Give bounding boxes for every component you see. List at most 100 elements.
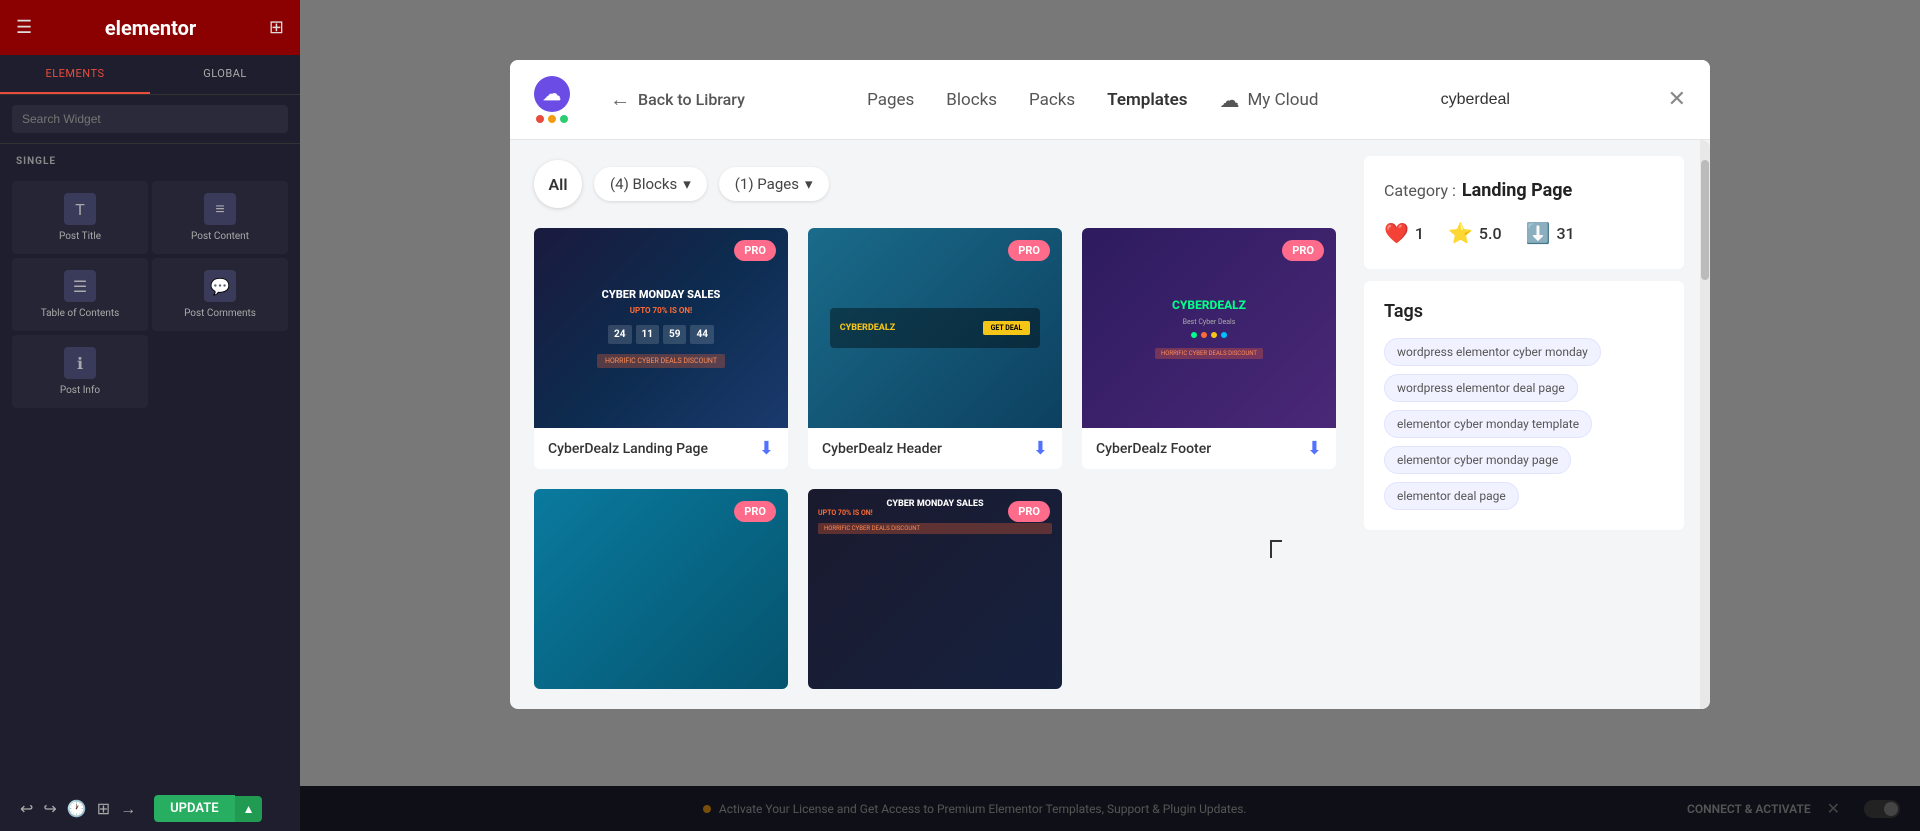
header-logo: CYBERDEALZ xyxy=(840,323,895,333)
downloads-count: 31 xyxy=(1556,224,1574,243)
tag-4[interactable]: elementor deal page xyxy=(1384,482,1519,510)
download-icon-1[interactable]: ⬇ xyxy=(759,438,774,459)
my-cloud-label: My Cloud xyxy=(1247,90,1318,110)
my-cloud-btn[interactable]: ☁ My Cloud xyxy=(1219,88,1318,112)
filter-blocks-label: (4) Blocks xyxy=(610,175,677,193)
footer-logo-text: CYBERDEALZ xyxy=(1172,298,1246,312)
cloud-icon: ☁ xyxy=(1219,88,1239,112)
download-icon-3[interactable]: ⬇ xyxy=(1307,438,1322,459)
tab-elements[interactable]: ELEMENTS xyxy=(0,55,150,94)
sidebar-panel: Category : Landing Page ❤️ 1 ⭐ xyxy=(1360,140,1700,709)
modal-overlay: ☁ ← Back to Library Pages Blocks xyxy=(300,0,1920,831)
search-area xyxy=(0,95,300,144)
toc-icon: ☰ xyxy=(64,270,96,302)
content-area: All (4) Blocks ▾ (1) Pages ▾ xyxy=(510,140,1360,709)
close-icon[interactable]: ✕ xyxy=(1668,87,1686,112)
nav-packs[interactable]: Packs xyxy=(1029,86,1075,114)
filter-blocks-btn[interactable]: (4) Blocks ▾ xyxy=(594,167,707,201)
elementor-logo: elementor xyxy=(105,16,196,40)
post-info-icon: ℹ xyxy=(64,347,96,379)
redo-icon[interactable]: ↪ xyxy=(43,799,56,818)
template-info-3: CyberDealz Footer ⬇ xyxy=(1082,428,1336,469)
template-card-5[interactable]: CYBER MONDAY SALES UPTO 70% IS ON! HORRI… xyxy=(808,489,1062,689)
widget-grid: T Post Title ≡ Post Content ☰ Table of C… xyxy=(0,173,300,416)
filter-pages-label: (1) Pages xyxy=(735,175,799,193)
tag-0[interactable]: wordpress elementor cyber monday xyxy=(1384,338,1601,366)
template-card-2[interactable]: CYBERDEALZ GET DEAL PRO CyberDealz Heade… xyxy=(808,228,1062,469)
tag-2[interactable]: elementor cyber monday template xyxy=(1384,410,1592,438)
template-card-1[interactable]: CYBER MONDAY SALESUPTO 70% IS ON! 24 11 … xyxy=(534,228,788,469)
template-card-4[interactable]: PRO xyxy=(534,489,788,689)
responsive-icon[interactable]: ⊞ xyxy=(97,799,110,818)
widget-post-title[interactable]: T Post Title xyxy=(12,181,148,254)
tab-global[interactable]: GLOBAL xyxy=(150,55,300,94)
filter-all-btn[interactable]: All xyxy=(534,160,582,208)
grid-icon[interactable]: ⊞ xyxy=(269,17,284,38)
post-content-icon: ≡ xyxy=(204,193,236,225)
back-arrow-icon: ← xyxy=(610,87,630,112)
widget-toc[interactable]: ☰ Table of Contents xyxy=(12,258,148,331)
left-sidebar: ☰ elementor ⊞ ELEMENTS GLOBAL SINGLE T P… xyxy=(0,0,300,831)
download-icon-2[interactable]: ⬇ xyxy=(1033,438,1048,459)
logo-circle: ☁ xyxy=(534,76,570,112)
stat-downloads: ⬇️ 31 xyxy=(1526,221,1575,245)
update-dropdown-btn[interactable]: ▲ xyxy=(235,796,263,822)
template-thumb-2: CYBERDEALZ GET DEAL PRO xyxy=(808,228,1062,428)
filter-pages-btn[interactable]: (1) Pages ▾ xyxy=(719,167,829,201)
pro-badge-3: PRO xyxy=(1282,240,1324,261)
header-mock: CYBERDEALZ GET DEAL xyxy=(830,308,1041,348)
post-title-label: Post Title xyxy=(59,231,101,242)
sidebar-tabs: ELEMENTS GLOBAL xyxy=(0,55,300,95)
info-card: Category : Landing Page ❤️ 1 ⭐ xyxy=(1364,156,1684,269)
post-title-icon: T xyxy=(64,193,96,225)
modal-scrollbar[interactable] xyxy=(1700,140,1710,709)
section-single-title: SINGLE xyxy=(0,144,300,173)
tag-3[interactable]: elementor cyber monday page xyxy=(1384,446,1571,474)
cyber-banner: HORRIFIC CYBER DEALS DISCOUNT xyxy=(597,354,725,368)
arrow-right-icon[interactable]: → xyxy=(120,799,136,819)
nav-pages[interactable]: Pages xyxy=(867,86,914,114)
nav-templates[interactable]: Templates xyxy=(1107,86,1187,114)
heart-icon: ❤️ xyxy=(1384,221,1409,245)
hamburger-icon[interactable]: ☰ xyxy=(16,17,32,38)
header-left-icons: ☰ xyxy=(16,17,32,38)
cd-44: 44 xyxy=(690,325,713,344)
post-comments-icon: 💬 xyxy=(204,270,236,302)
star-icon: ⭐ xyxy=(1448,221,1473,245)
update-main-btn[interactable]: UPDATE xyxy=(154,795,234,822)
template-library-modal: ☁ ← Back to Library Pages Blocks xyxy=(510,60,1710,709)
undo-icon[interactable]: ↩ xyxy=(20,799,33,818)
template-thumb-4: PRO xyxy=(534,489,788,689)
pro-badge-4: PRO xyxy=(734,501,776,522)
cyber-banner-5: HORRIFIC CYBER DEALS DISCOUNT xyxy=(818,523,1052,534)
template-card-3[interactable]: CYBERDEALZ Best Cyber Deals xyxy=(1082,228,1336,469)
dot-4 xyxy=(1221,332,1227,338)
widget-post-content[interactable]: ≡ Post Content xyxy=(152,181,288,254)
footer-banner: HORRIFIC CYBER DEALS DISCOUNT xyxy=(1155,348,1263,359)
modal-body: All (4) Blocks ▾ (1) Pages ▾ xyxy=(510,140,1710,709)
logo-dot-green xyxy=(560,115,568,123)
back-to-library-btn[interactable]: ← Back to Library xyxy=(610,87,745,112)
cd-24: 24 xyxy=(608,325,631,344)
category-label: Category : xyxy=(1384,181,1456,200)
update-btn-group: UPDATE ▲ xyxy=(154,795,262,822)
history-icon[interactable]: 🕐 xyxy=(67,799,87,818)
cyber-headline-1: CYBER MONDAY SALESUPTO 70% IS ON! xyxy=(602,288,721,317)
filter-row: All (4) Blocks ▾ (1) Pages ▾ xyxy=(534,160,1336,208)
bottom-actions: ↩ ↪ 🕐 ⊞ → UPDATE ▲ xyxy=(20,795,262,822)
countdown: 24 11 59 44 xyxy=(608,325,714,344)
tag-1[interactable]: wordpress elementor deal page xyxy=(1384,374,1578,402)
search-input[interactable] xyxy=(12,105,288,133)
post-info-label: Post Info xyxy=(60,385,100,396)
back-label: Back to Library xyxy=(638,90,745,109)
modal-logo: ☁ xyxy=(534,76,570,123)
logo-dot-red xyxy=(536,115,544,123)
category-row: Category : Landing Page xyxy=(1384,180,1664,201)
nav-blocks[interactable]: Blocks xyxy=(946,86,997,114)
widget-post-info[interactable]: ℹ Post Info xyxy=(12,335,148,408)
tags-card: Tags wordpress elementor cyber monday wo… xyxy=(1364,281,1684,530)
widget-post-comments[interactable]: 💬 Post Comments xyxy=(152,258,288,331)
post-content-label: Post Content xyxy=(191,231,249,242)
footer-dots xyxy=(1191,332,1227,338)
search-input-modal[interactable] xyxy=(1441,91,1648,109)
